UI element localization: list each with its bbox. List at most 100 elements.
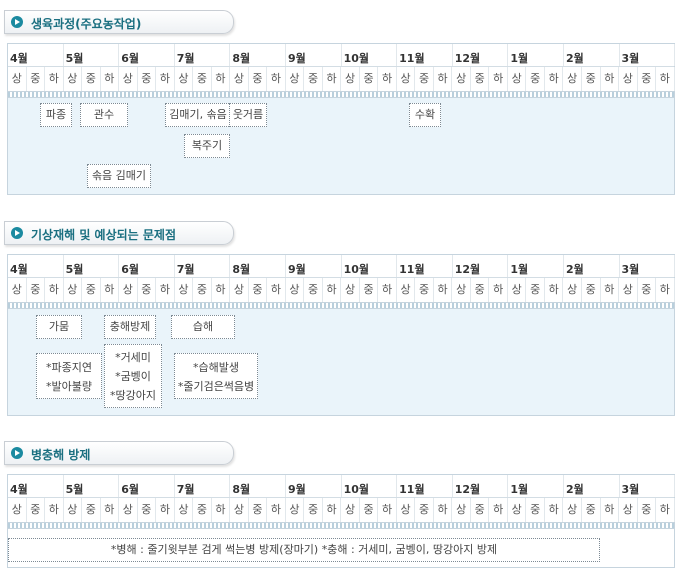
period-cell: 상: [286, 498, 305, 522]
month-header-cell: 11월: [397, 475, 453, 497]
period-cell: 상: [230, 67, 249, 91]
period-cell: 하: [45, 67, 64, 91]
period-cell: 하: [601, 498, 620, 522]
period-cell: 하: [378, 278, 397, 302]
month-header-cell: 9월: [286, 475, 342, 497]
period-cell: 중: [27, 67, 46, 91]
period-cell: 상: [341, 278, 360, 302]
period-cell: 하: [212, 498, 231, 522]
month-header-cell: 6월: [119, 44, 175, 66]
header-divider: [8, 302, 674, 309]
period-cell: 상: [175, 498, 194, 522]
period-cell: 중: [582, 67, 601, 91]
month-header-cell: 12월: [453, 475, 509, 497]
period-cell: 중: [415, 498, 434, 522]
period-cell: 중: [415, 67, 434, 91]
period-cell: 하: [434, 67, 453, 91]
month-header-row: 4월 5월 6월 7월 8월 9월 10월 11월 12월 1월 2월 3월: [8, 255, 676, 278]
period-cell: 상: [230, 278, 249, 302]
period-cell: 중: [249, 67, 268, 91]
period-cell: 하: [212, 278, 231, 302]
period-cell: 하: [267, 278, 286, 302]
section-title-text: 병충해 방제: [31, 448, 91, 462]
problem-box: *습해발생 *줄기검은썩음병: [174, 353, 258, 399]
month-header-cell: 12월: [453, 44, 509, 66]
month-header-cell: 3월: [620, 255, 676, 277]
calendar-grid-pest: 4월 5월 6월 7월 8월 9월 10월 11월 12월 1월 2월 3월 상중하상중하상중하상중하…: [7, 474, 676, 568]
task-box: 솎음 김매기: [87, 164, 151, 188]
period-cell: 하: [45, 498, 64, 522]
bullet-arrow-icon: [11, 447, 23, 459]
header-divider: [8, 91, 674, 98]
period-cell: 상: [8, 67, 27, 91]
period-cell: 상: [175, 67, 194, 91]
period-cell: 중: [193, 278, 212, 302]
problem-box: 가뭄: [36, 315, 82, 339]
period-cell: 중: [27, 498, 46, 522]
period-cell: 중: [304, 278, 323, 302]
period-header-row: 상중하상중하상중하상중하상중하상중하상중하상중하상중하상중하상중하상중하: [8, 498, 675, 522]
period-cell: 상: [119, 278, 138, 302]
month-header-cell: 11월: [397, 255, 453, 277]
month-header-row: 4월 5월 6월 7월 8월 9월 10월 11월 12월 1월 2월 3월: [8, 44, 676, 67]
period-cell: 하: [656, 278, 675, 302]
period-cell: 중: [638, 278, 657, 302]
period-cell: 중: [415, 278, 434, 302]
month-header-cell: 7월: [175, 255, 231, 277]
period-cell: 하: [434, 498, 453, 522]
period-cell: 하: [489, 67, 508, 91]
task-box: 복주기: [184, 134, 230, 158]
problem-box: *거세미 *굼벵이 *땅강아지: [104, 344, 162, 408]
period-cell: 하: [656, 67, 675, 91]
period-cell: 하: [323, 498, 342, 522]
period-cell: 중: [304, 67, 323, 91]
period-cell: 상: [286, 278, 305, 302]
period-cell: 상: [619, 498, 638, 522]
period-cell: 하: [156, 67, 175, 91]
period-cell: 중: [138, 67, 157, 91]
period-cell: 하: [101, 278, 120, 302]
period-cell: 중: [471, 498, 490, 522]
month-header-cell: 12월: [453, 255, 509, 277]
period-cell: 하: [101, 498, 120, 522]
month-header-cell: 2월: [564, 44, 620, 66]
section-title-growth: 생육과정(주요농작업): [4, 10, 234, 34]
period-cell: 상: [619, 67, 638, 91]
period-cell: 하: [267, 67, 286, 91]
period-cell: 중: [471, 67, 490, 91]
section-title-pest-control: 병충해 방제: [4, 441, 234, 465]
month-header-cell: 6월: [119, 255, 175, 277]
period-cell: 하: [45, 278, 64, 302]
period-cell: 하: [434, 278, 453, 302]
period-cell: 중: [82, 498, 101, 522]
period-cell: 상: [508, 67, 527, 91]
period-cell: 중: [526, 67, 545, 91]
month-header-cell: 10월: [342, 475, 398, 497]
period-cell: 하: [545, 67, 564, 91]
task-box: 웃거름: [229, 103, 267, 127]
period-cell: 상: [397, 67, 416, 91]
month-header-cell: 8월: [230, 255, 286, 277]
section-title-text: 기상재해 및 예상되는 문제점: [31, 228, 177, 242]
period-cell: 하: [656, 498, 675, 522]
month-header-cell: 9월: [286, 255, 342, 277]
control-box: *병해 : 줄기윗부분 검게 썩는병 방제(장마기) *충해 : 거세미, 굼벵…: [8, 538, 600, 562]
period-cell: 상: [230, 498, 249, 522]
month-header-cell: 10월: [342, 255, 398, 277]
period-cell: 상: [8, 278, 27, 302]
period-cell: 중: [27, 278, 46, 302]
month-header-row: 4월 5월 6월 7월 8월 9월 10월 11월 12월 1월 2월 3월: [8, 475, 676, 498]
month-header-cell: 11월: [397, 44, 453, 66]
period-cell: 중: [526, 498, 545, 522]
period-cell: 하: [101, 67, 120, 91]
period-cell: 하: [323, 67, 342, 91]
bullet-arrow-icon: [11, 227, 23, 239]
period-cell: 중: [360, 67, 379, 91]
period-cell: 중: [638, 67, 657, 91]
period-cell: 상: [175, 278, 194, 302]
period-cell: 중: [138, 278, 157, 302]
task-box: 김매기, 솎음: [165, 103, 231, 127]
period-cell: 하: [156, 498, 175, 522]
period-cell: 하: [545, 278, 564, 302]
calendar-grid-growth: 4월 5월 6월 7월 8월 9월 10월 11월 12월 1월 2월 3월 상중하상중하상중하상중하…: [7, 43, 676, 195]
